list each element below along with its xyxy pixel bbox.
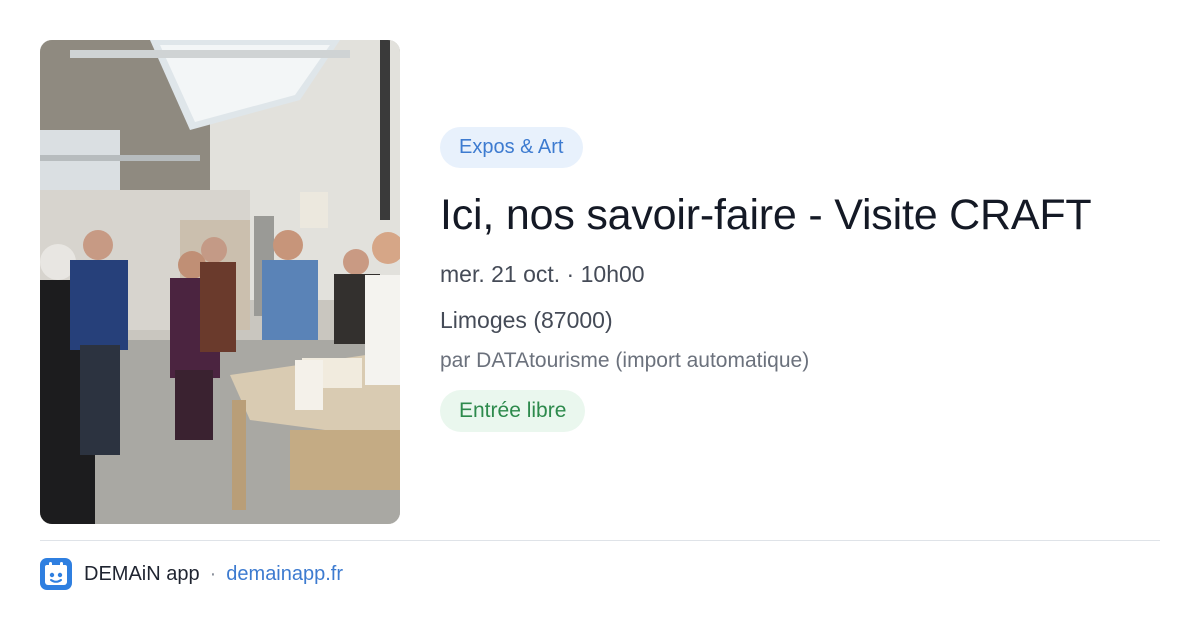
price-badge: Entrée libre <box>440 390 586 432</box>
category-badge[interactable]: Expos & Art <box>440 127 583 168</box>
event-date: mer. 21 oct. · 10h00 <box>440 261 645 287</box>
event-photo[interactable] <box>40 40 400 524</box>
app-name: DEMAiN app <box>84 562 200 585</box>
demain-app-icon[interactable] <box>40 558 72 590</box>
event-photo-image <box>40 40 400 524</box>
footer-separator: · <box>209 562 217 585</box>
event-source: par DATAtourisme (import automatique) <box>440 349 810 372</box>
event-title[interactable]: Ici, nos savoir-faire - Visite CRAFT <box>440 187 1160 243</box>
event-details: Expos & Art Ici, nos savoir-faire - Visi… <box>440 127 1160 432</box>
event-location: Limoges (87000) <box>440 307 613 333</box>
app-website-link[interactable]: demainapp.fr <box>226 563 343 586</box>
footer: DEMAiN app · demainapp.fr <box>40 558 343 590</box>
footer-divider <box>40 540 1160 541</box>
